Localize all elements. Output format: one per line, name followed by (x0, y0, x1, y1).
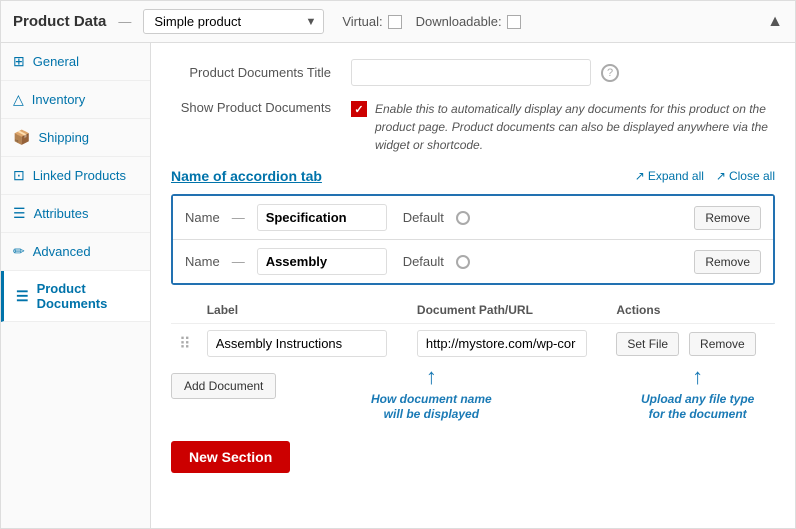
remove-doc-button[interactable]: Remove (689, 332, 756, 356)
expand-all-button[interactable]: ↗ Expand all (635, 169, 704, 183)
drag-handle-icon[interactable]: ⠿ (179, 336, 191, 353)
show-docs-description: Enable this to automatically display any… (375, 100, 775, 154)
accordion-actions: ↗ Expand all ↗ Close all (635, 169, 775, 183)
doc-url-input[interactable] (417, 330, 587, 357)
expand-all-label: Expand all (648, 169, 704, 183)
accordion-title[interactable]: Name of accordion tab (171, 168, 322, 184)
annotation-upload-type: ↑ Upload any file typefor the document (641, 363, 754, 423)
new-section-button[interactable]: New Section (171, 441, 290, 473)
show-product-documents-row: Show Product Documents Enable this to au… (171, 100, 775, 154)
general-icon: ⊞ (13, 53, 25, 70)
actions-col-header: Actions (608, 297, 775, 324)
header-meta: Virtual: Downloadable: (342, 14, 520, 29)
product-documents-title-row: Product Documents Title ? (171, 59, 775, 86)
attributes-icon: ☰ (13, 205, 26, 222)
annotation-arrow-1: ↑ (426, 363, 437, 392)
add-doc-area: Add Document ↑ How document namewill be … (171, 373, 775, 399)
product-documents-title-label: Product Documents Title (171, 65, 341, 80)
accordion-header: Name of accordion tab ↗ Expand all ↗ Clo… (171, 168, 775, 184)
downloadable-label: Downloadable: (416, 14, 502, 29)
panel-header: Product Data — Simple product Variable p… (1, 1, 795, 43)
drag-col-header (171, 297, 199, 324)
url-col-header: Document Path/URL (409, 297, 608, 324)
tab-default-radio-1[interactable] (456, 211, 470, 225)
product-type-select[interactable]: Simple product Variable product Grouped … (143, 9, 324, 34)
sidebar-item-linked-products-label: Linked Products (33, 168, 126, 183)
virtual-label: Virtual: (342, 14, 382, 29)
product-documents-icon: ☰ (16, 288, 29, 305)
add-document-button[interactable]: Add Document (171, 373, 276, 399)
show-docs-content: Enable this to automatically display any… (351, 100, 775, 154)
advanced-icon: ✏ (13, 243, 25, 260)
product-data-panel: Product Data — Simple product Variable p… (0, 0, 796, 529)
collapse-button[interactable]: ▲ (767, 13, 783, 31)
show-product-documents-label: Show Product Documents (171, 100, 341, 115)
tab-remove-button-2[interactable]: Remove (694, 250, 761, 274)
tab-dash-1: — (232, 210, 245, 225)
tab-name-input-specification[interactable] (257, 204, 387, 231)
sidebar-item-attributes-label: Attributes (34, 206, 89, 221)
sidebar-item-product-documents-label: Product Documents (37, 281, 138, 311)
expand-icon: ↗ (635, 169, 645, 183)
annotation-label-name: ↑ How document namewill be displayed (371, 363, 492, 423)
sidebar: ⊞ General △ Inventory 📦 Shipping ⊡ Linke… (1, 43, 151, 528)
annotation-text-2: Upload any file typefor the document (641, 392, 754, 423)
doc-actions-area: Set File Remove (616, 332, 767, 356)
shipping-icon: 📦 (13, 129, 30, 146)
tab-default-label-1: Default (403, 210, 444, 225)
close-all-label: Close all (729, 169, 775, 183)
downloadable-checkbox[interactable] (507, 15, 521, 29)
tab-default-label-2: Default (403, 254, 444, 269)
new-section-area: New Section (171, 435, 775, 473)
tab-row-assembly: Name — Default Remove (173, 239, 773, 283)
show-docs-checkbox[interactable] (351, 101, 367, 117)
tab-name-label-1: Name (185, 210, 220, 225)
close-all-button[interactable]: ↗ Close all (716, 169, 775, 183)
sidebar-item-attributes[interactable]: ☰ Attributes (1, 195, 150, 233)
doc-table-row: ⠿ Set File Remove (171, 324, 775, 364)
downloadable-option: Downloadable: (416, 14, 521, 29)
annotation-text-1: How document namewill be displayed (371, 392, 492, 423)
product-documents-title-input[interactable] (351, 59, 591, 86)
virtual-checkbox[interactable] (388, 15, 402, 29)
sidebar-item-advanced[interactable]: ✏ Advanced (1, 233, 150, 271)
sidebar-item-shipping[interactable]: 📦 Shipping (1, 119, 150, 157)
sidebar-item-inventory[interactable]: △ Inventory (1, 81, 150, 119)
sidebar-item-general[interactable]: ⊞ General (1, 43, 150, 81)
label-col-header: Label (199, 297, 409, 324)
sidebar-item-advanced-label: Advanced (33, 244, 91, 259)
sidebar-item-shipping-label: Shipping (38, 130, 89, 145)
virtual-option: Virtual: (342, 14, 401, 29)
inventory-icon: △ (13, 91, 24, 108)
panel-title: Product Data (13, 13, 106, 30)
product-type-select-wrap[interactable]: Simple product Variable product Grouped … (143, 9, 324, 34)
help-icon[interactable]: ? (601, 64, 619, 82)
tab-name-input-assembly[interactable] (257, 248, 387, 275)
sidebar-item-inventory-label: Inventory (32, 92, 85, 107)
annotation-arrow-2: ↑ (692, 363, 703, 392)
tab-dash-2: — (232, 254, 245, 269)
close-icon: ↗ (716, 169, 726, 183)
content-area: Product Documents Title ? Show Product D… (151, 43, 795, 528)
linked-products-icon: ⊡ (13, 167, 25, 184)
tab-default-radio-2[interactable] (456, 255, 470, 269)
header-dash: — (118, 14, 131, 29)
tab-name-label-2: Name (185, 254, 220, 269)
doc-label-input[interactable] (207, 330, 387, 357)
tab-container: Name — Default Remove Name — Default Rem… (171, 194, 775, 285)
main-layout: ⊞ General △ Inventory 📦 Shipping ⊡ Linke… (1, 43, 795, 528)
sidebar-item-general-label: General (33, 54, 79, 69)
sidebar-item-linked-products[interactable]: ⊡ Linked Products (1, 157, 150, 195)
set-file-button[interactable]: Set File (616, 332, 679, 356)
document-table: Label Document Path/URL Actions ⠿ (171, 297, 775, 363)
tab-remove-button-1[interactable]: Remove (694, 206, 761, 230)
tab-row-specification: Name — Default Remove (173, 196, 773, 239)
sidebar-item-product-documents[interactable]: ☰ Product Documents (1, 271, 150, 322)
